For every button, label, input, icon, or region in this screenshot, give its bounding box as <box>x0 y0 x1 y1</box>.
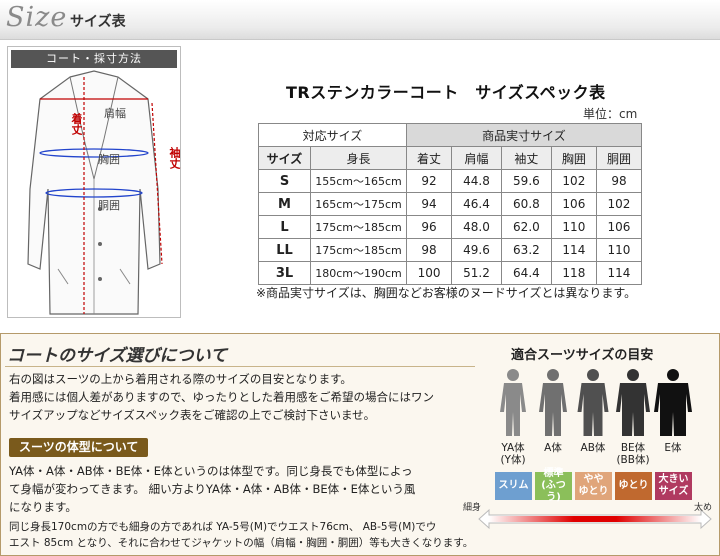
col-header: 袖丈 <box>500 146 552 170</box>
length-label: 着丈 <box>70 113 83 135</box>
measure-cell: 98 <box>595 169 643 193</box>
fit-chip: 大きい サイズ <box>655 472 692 500</box>
body-figure-icon <box>616 369 650 436</box>
col-header: 胴囲 <box>595 146 643 170</box>
table-row: L 175cm〜185cm 96 48.0 62.0 110 106 <box>258 215 643 239</box>
about-line: サイズアップなどサイズスペック表をご確認の上でご検討下さいませ。 <box>9 408 376 422</box>
size-spec-table: 対応サイズ 商品実寸サイズ サイズ 身長 着丈 肩幅 袖丈 胸囲 胴囲 S 155… <box>258 123 643 285</box>
measure-cell: 46.4 <box>451 192 502 216</box>
body-type-badge: スーツの体型について <box>9 438 149 457</box>
page-title: サイズ表 <box>70 14 126 30</box>
height-cell: 180cm〜190cm <box>310 261 407 285</box>
size-cell: M <box>258 192 311 216</box>
measure-cell: 63.2 <box>500 238 552 262</box>
fit-chip: やや ゆとり <box>575 472 612 500</box>
body-figure-icon <box>654 369 692 436</box>
table-title: TRステンカラーコート サイズスペック表 <box>286 83 606 102</box>
table-row: S 155cm〜165cm 92 44.8 59.6 102 98 <box>258 169 643 193</box>
height-cell: 165cm〜175cm <box>310 192 407 216</box>
group-header-size: 対応サイズ <box>258 123 407 147</box>
measure-cell: 62.0 <box>500 215 552 239</box>
height-cell: 175cm〜185cm <box>310 238 407 262</box>
height-cell: 175cm〜185cm <box>310 215 407 239</box>
size-cell: 3L <box>258 261 311 285</box>
measure-cell: 44.8 <box>451 169 502 193</box>
measure-cell: 102 <box>595 192 643 216</box>
diagram-title-bar: コート・採寸方法 <box>11 50 177 68</box>
about-title: コートのサイズ選びについて <box>7 346 227 366</box>
body-type-line: て身幅が変わってきます。 細い方よりYA体・A体・AB体・BE体・E体という風 <box>9 482 416 496</box>
body-figure-icon <box>539 369 567 436</box>
measure-cell: 118 <box>550 261 597 285</box>
fit-chip: ゆとり <box>615 472 652 500</box>
measure-cell: 100 <box>405 261 453 285</box>
body-type-line: になります。 <box>9 500 77 514</box>
body-figure-icon <box>577 369 609 436</box>
measure-cell: 51.2 <box>451 261 502 285</box>
measure-cell: 98 <box>405 238 453 262</box>
fit-chip: 標準 (ふつう) <box>535 468 572 503</box>
measure-cell: 102 <box>550 169 597 193</box>
measure-cell: 60.8 <box>500 192 552 216</box>
measure-cell: 110 <box>550 215 597 239</box>
fit-chip: スリム <box>495 472 532 500</box>
body-type-label: E体 <box>664 442 682 454</box>
table-row: 3L 180cm〜190cm 100 51.2 64.4 118 114 <box>258 261 643 285</box>
measure-cell: 92 <box>405 169 453 193</box>
measure-cell: 64.4 <box>500 261 552 285</box>
col-header: 胸囲 <box>550 146 597 170</box>
col-header: 身長 <box>310 146 407 170</box>
chest-label: 胸囲 <box>98 153 120 166</box>
measure-cell: 96 <box>405 215 453 239</box>
col-header: 着丈 <box>405 146 453 170</box>
size-guide-panel: コートのサイズ選びについて 右の図はスーツの上から着用される際のサイズの目安とな… <box>0 333 720 556</box>
measure-cell: 94 <box>405 192 453 216</box>
example-line: エスト 85cm となり、それに合わせてジャケットの幅（肩幅・胸囲・胴囲）等も大… <box>9 537 474 549</box>
table-row: M 165cm〜175cm 94 46.4 60.8 106 102 <box>258 192 643 216</box>
shoulder-label: 肩幅 <box>104 107 126 120</box>
measure-cell: 48.0 <box>451 215 502 239</box>
coat-diagram: コート・採寸方法 肩幅 胸囲 胴囲 着丈 袖丈 <box>7 46 181 318</box>
slim-to-large-scale <box>478 508 712 530</box>
col-header: サイズ <box>258 146 311 170</box>
measure-cell: 110 <box>595 238 643 262</box>
measure-cell: 106 <box>550 192 597 216</box>
size-cell: LL <box>258 238 311 262</box>
about-line: 着用感には個人差がありますので、ゆったりとした着用感をご希望の場合にはワン <box>9 390 435 404</box>
about-line: 右の図はスーツの上から着用される際のサイズの目安となります。 <box>9 372 352 386</box>
col-header: 肩幅 <box>451 146 502 170</box>
measure-cell: 114 <box>550 238 597 262</box>
waist-label: 胴囲 <box>98 199 120 212</box>
page-header: Size サイズ表 <box>0 0 720 40</box>
coat-illustration <box>27 70 163 315</box>
group-header-actual: 商品実寸サイズ <box>406 123 642 147</box>
unit-label: 単位：cm <box>583 107 638 121</box>
measure-cell: 49.6 <box>451 238 502 262</box>
table-note: ※商品実寸サイズは、胸囲などお客様のヌードサイズとは異なります。 <box>256 286 637 300</box>
size-logo: Size <box>6 2 68 33</box>
height-cell: 155cm〜165cm <box>310 169 407 193</box>
size-cell: L <box>258 215 311 239</box>
body-figure-icon <box>500 369 526 436</box>
table-row: LL 175cm〜185cm 98 49.6 63.2 114 110 <box>258 238 643 262</box>
size-cell: S <box>258 169 311 193</box>
measure-cell: 106 <box>595 215 643 239</box>
scale-right-label: 太め <box>694 503 713 513</box>
fit-title: 適合スーツサイズの目安 <box>511 348 654 363</box>
measure-cell: 59.6 <box>500 169 552 193</box>
title-divider <box>5 366 475 367</box>
scale-left-label: 細身 <box>463 503 482 513</box>
measure-cell: 114 <box>595 261 643 285</box>
body-type-line: YA体・A体・AB体・BE体・E体というのは体型です。同じ身長でも体型によっ <box>9 464 413 478</box>
sleeve-label: 袖丈 <box>168 147 181 169</box>
